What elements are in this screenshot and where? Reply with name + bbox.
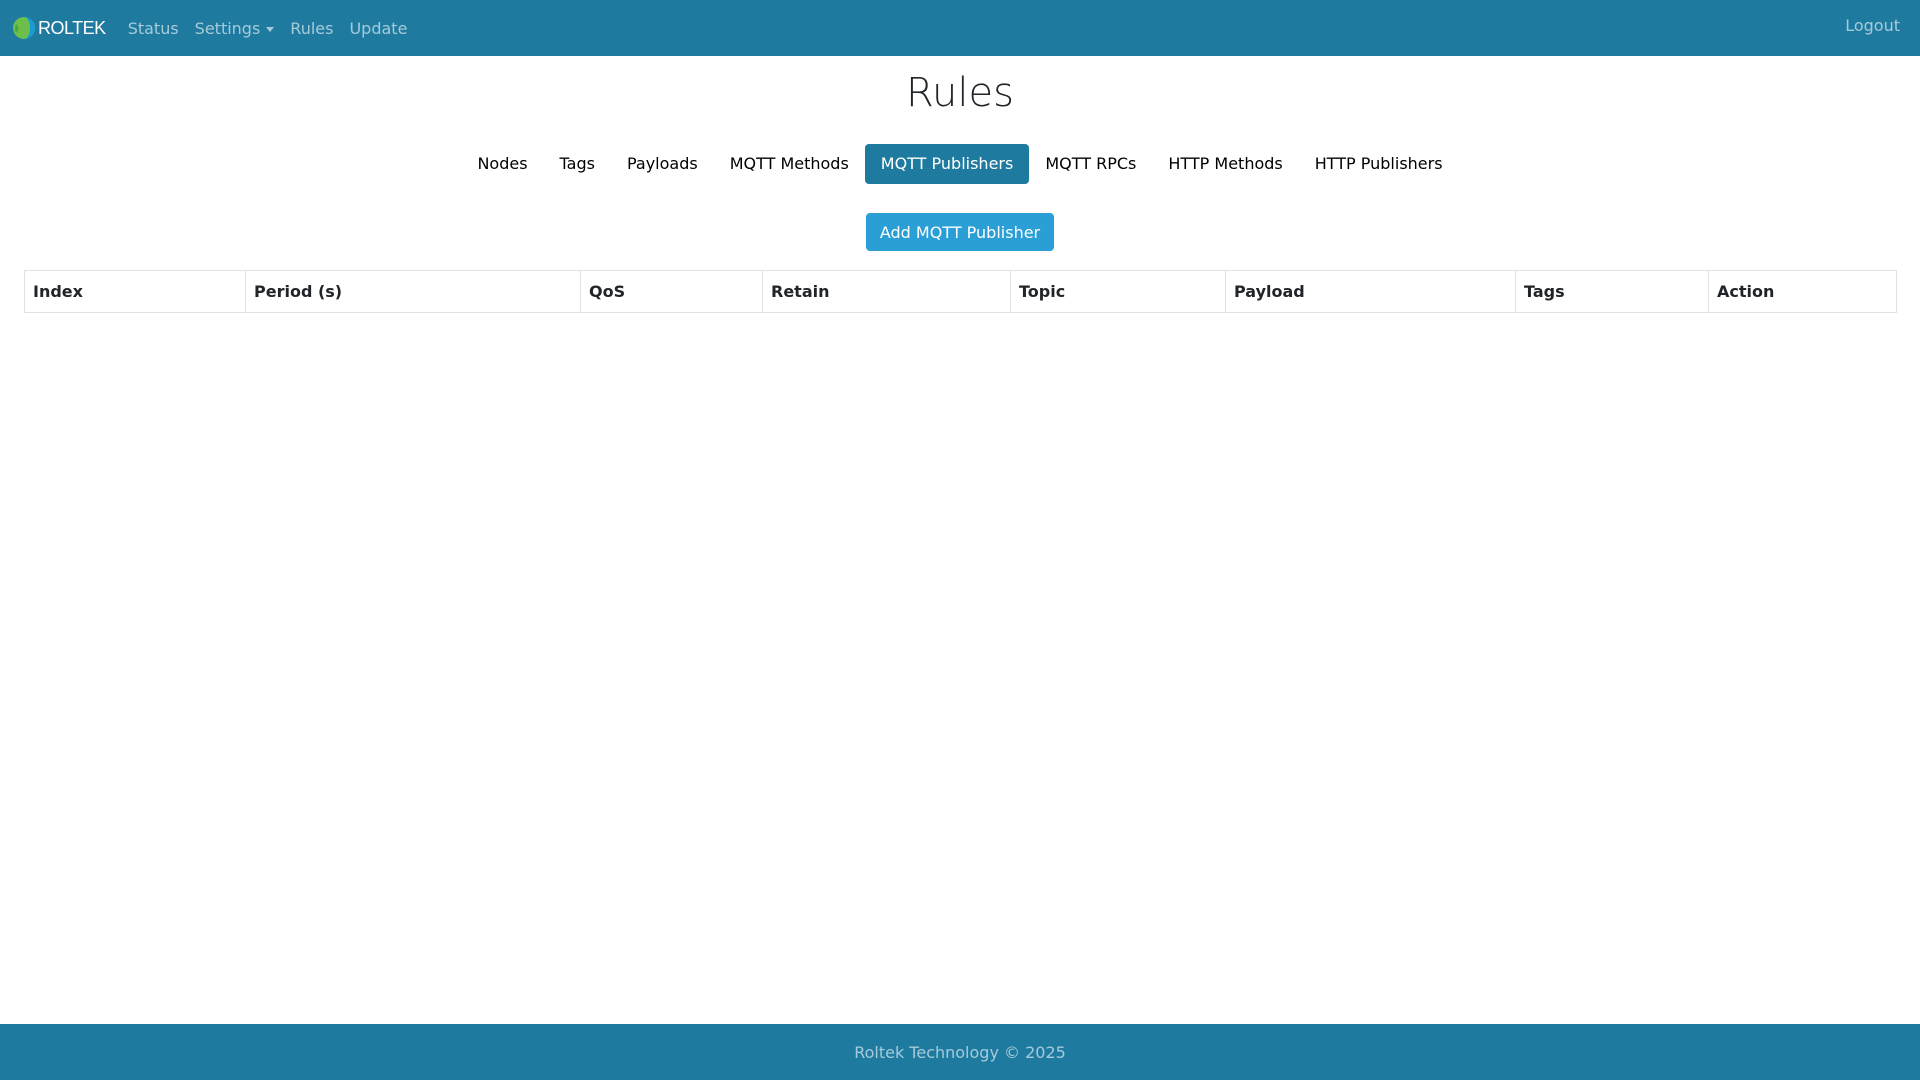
column-header-payload: Payload — [1225, 270, 1516, 313]
nav-settings-dropdown[interactable]: Settings — [187, 11, 283, 46]
column-header-qos: QoS — [580, 270, 763, 313]
tab-http-methods[interactable]: HTTP Methods — [1152, 144, 1298, 184]
add-mqtt-publisher-button[interactable]: Add MQTT Publisher — [865, 213, 1055, 251]
nav-status[interactable]: Status — [120, 11, 187, 46]
nav-rules-label: Rules — [290, 18, 334, 38]
tab-mqtt-rpcs[interactable]: MQTT RPCs — [1029, 144, 1152, 184]
roltek-logo-icon — [13, 17, 35, 39]
tab-nodes[interactable]: Nodes — [461, 144, 543, 184]
brand-link[interactable]: ROLTEK — [12, 16, 106, 40]
column-header-retain: Retain — [762, 270, 1011, 313]
top-navbar: ROLTEK Status Settings Rules Update Logo… — [0, 0, 1920, 56]
page-title: Rules — [906, 70, 1014, 116]
nav-settings-label: Settings — [194, 18, 261, 38]
add-button-container: Add MQTT Publisher — [0, 213, 1920, 251]
logout-link[interactable]: Logout — [1845, 16, 1900, 35]
nav-rules[interactable]: Rules — [282, 11, 341, 46]
footer-text: Roltek Technology © 2025 — [854, 1042, 1066, 1062]
column-header-tags: Tags — [1515, 270, 1709, 313]
nav-update[interactable]: Update — [341, 11, 415, 46]
mqtt-publishers-table: Index Period (s) QoS Retain Topic Payloa… — [24, 270, 1897, 313]
column-header-index: Index — [24, 270, 246, 313]
column-header-period: Period (s) — [245, 270, 581, 313]
column-header-topic: Topic — [1010, 270, 1226, 313]
table-header-row: Index Period (s) QoS Retain Topic Payloa… — [24, 270, 1897, 313]
rules-tabs: Nodes Tags Payloads MQTT Methods MQTT Pu… — [0, 144, 1920, 184]
nav-update-label: Update — [349, 18, 408, 38]
nav-status-label: Status — [127, 18, 179, 38]
nav-links: Status Settings Rules Update — [120, 11, 416, 46]
column-header-action: Action — [1708, 270, 1897, 313]
page-footer: Roltek Technology © 2025 — [0, 1024, 1920, 1080]
tab-tags[interactable]: Tags — [544, 144, 611, 184]
brand-name: ROLTEK — [38, 17, 106, 38]
tab-mqtt-publishers[interactable]: MQTT Publishers — [864, 144, 1030, 184]
tab-payloads[interactable]: Payloads — [611, 144, 714, 184]
tab-http-publishers[interactable]: HTTP Publishers — [1299, 144, 1459, 184]
tab-mqtt-methods[interactable]: MQTT Methods — [714, 144, 865, 184]
chevron-down-icon — [266, 26, 275, 32]
